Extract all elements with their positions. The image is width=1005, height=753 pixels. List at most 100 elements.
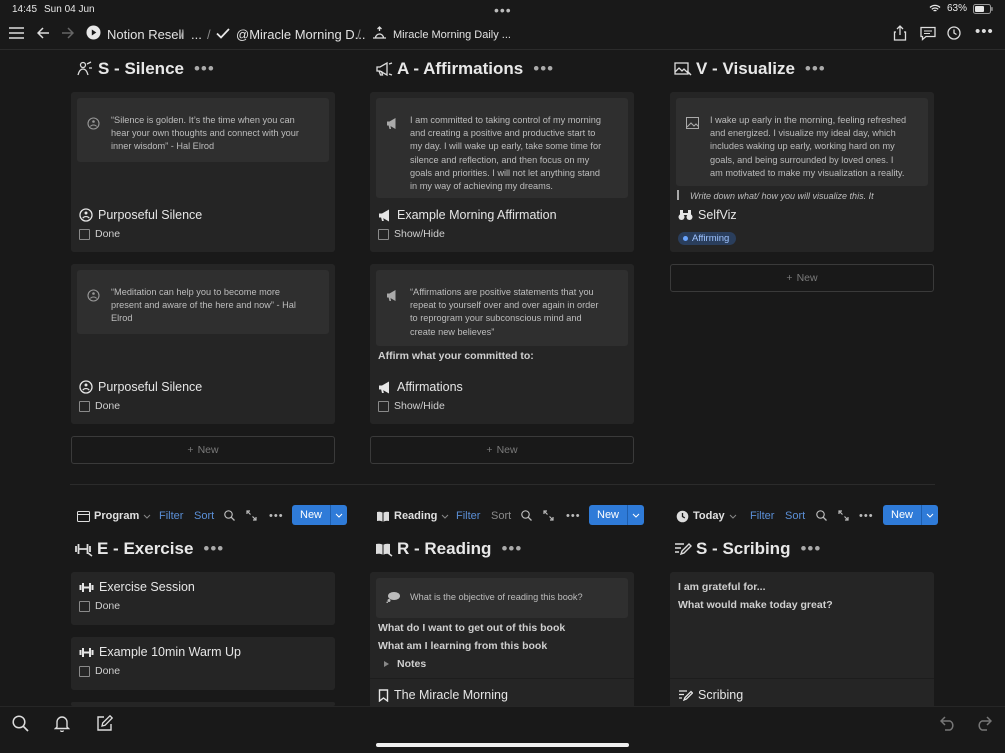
checkbox-row[interactable]: Done xyxy=(79,400,120,412)
gallery-card[interactable]: I am grateful for... What would make tod… xyxy=(670,572,934,706)
section-more-icon[interactable]: ••• xyxy=(533,59,554,79)
breadcrumb-item[interactable]: ... xyxy=(191,27,202,42)
status-right: 63% xyxy=(929,3,993,14)
search-icon[interactable] xyxy=(12,715,29,732)
gallery-card[interactable]: Example 10min Warm Up Done xyxy=(71,637,335,690)
new-entry-button[interactable]: New xyxy=(883,505,939,525)
view-switcher[interactable]: Program xyxy=(77,510,151,522)
sort-button[interactable]: Sort xyxy=(194,510,214,522)
more-icon[interactable]: ••• xyxy=(859,510,874,522)
redo-icon[interactable] xyxy=(975,716,992,731)
writing-icon xyxy=(675,543,692,556)
card-title[interactable]: Scribing xyxy=(678,688,743,702)
checkbox[interactable] xyxy=(79,228,90,240)
section-title-affirmations[interactable]: A - Affirmations ••• xyxy=(375,59,554,79)
section-title-scribing[interactable]: S - Scribing ••• xyxy=(674,539,821,559)
gallery-card[interactable]: I wake up early in the morning, feeling … xyxy=(670,92,934,252)
section-more-icon[interactable]: ••• xyxy=(203,539,224,559)
search-icon[interactable] xyxy=(224,510,235,521)
gallery-card[interactable]: “Silence is golden. It’s the time when y… xyxy=(71,92,335,252)
more-icon[interactable]: ••• xyxy=(269,510,284,522)
chevron-down-icon[interactable] xyxy=(628,513,644,518)
menu-icon[interactable] xyxy=(9,27,24,39)
toggle-block[interactable]: Notes xyxy=(384,658,426,670)
section-title-text: R - Reading xyxy=(397,539,492,558)
back-arrow-icon[interactable] xyxy=(37,27,50,39)
expand-icon[interactable] xyxy=(543,510,554,521)
checkbox[interactable] xyxy=(378,400,389,412)
breadcrumb-item[interactable]: Notion Resell xyxy=(107,27,184,42)
chevron-down-icon[interactable] xyxy=(331,513,347,518)
compose-icon[interactable] xyxy=(96,715,113,732)
multitask-dots-icon[interactable]: ••• xyxy=(494,2,512,18)
card-title[interactable]: The Miracle Morning xyxy=(378,688,508,702)
new-card-button[interactable]: + New xyxy=(370,436,634,464)
new-card-button[interactable]: + New xyxy=(670,264,934,292)
search-icon[interactable] xyxy=(521,510,532,521)
new-entry-button[interactable]: New xyxy=(292,505,348,525)
checkbox[interactable] xyxy=(79,665,90,677)
checkbox[interactable] xyxy=(378,228,389,240)
checkbox-row[interactable]: Show/Hide xyxy=(378,400,445,412)
section-title-silence[interactable]: S - Silence ••• xyxy=(76,59,215,79)
new-card-label: New xyxy=(796,272,818,284)
breadcrumb-item-current[interactable]: Miracle Morning Daily ... xyxy=(393,29,511,41)
section-title-visualize[interactable]: V - Visualize ••• xyxy=(674,59,826,79)
card-title[interactable]: SelfViz xyxy=(678,208,737,222)
section-more-icon[interactable]: ••• xyxy=(501,539,522,559)
card-title[interactable]: Example Morning Affirmation xyxy=(378,208,557,222)
sort-button[interactable]: Sort xyxy=(491,510,511,522)
share-icon[interactable] xyxy=(893,25,907,41)
view-switcher[interactable]: Today xyxy=(676,510,737,523)
expand-icon[interactable] xyxy=(246,510,257,521)
section-title-reading[interactable]: R - Reading ••• xyxy=(375,539,522,559)
checkbox-row[interactable]: Done xyxy=(79,228,120,240)
sort-button[interactable]: Sort xyxy=(785,510,805,522)
filter-button[interactable]: Filter xyxy=(750,510,774,522)
new-card-button[interactable]: + New xyxy=(71,436,335,464)
gallery-card[interactable]: What is the objective of reading this bo… xyxy=(370,572,634,706)
callout-text: I wake up early in the morning, feeling … xyxy=(710,115,907,178)
gallery-card[interactable]: “Meditation can help you to become more … xyxy=(71,264,335,424)
card-title[interactable]: Affirmations xyxy=(378,380,463,394)
checkbox-row[interactable]: Done xyxy=(79,665,120,677)
meditation-icon xyxy=(79,380,93,394)
chevron-down-icon[interactable] xyxy=(922,513,938,518)
view-switcher[interactable]: Reading xyxy=(376,510,449,522)
card-title[interactable]: Purposeful Silence xyxy=(79,208,202,222)
home-indicator[interactable] xyxy=(376,743,629,747)
card-title-text: Exercise Session xyxy=(99,580,195,594)
filter-button[interactable]: Filter xyxy=(159,510,183,522)
checkbox-row[interactable]: Show/Hide xyxy=(378,228,445,240)
more-options-icon[interactable]: ••• xyxy=(975,23,994,40)
sunrise-icon xyxy=(373,26,386,39)
section-more-icon[interactable]: ••• xyxy=(800,539,821,559)
bell-icon[interactable] xyxy=(54,715,70,732)
section-more-icon[interactable]: ••• xyxy=(194,59,215,79)
checkbox-row[interactable]: Done xyxy=(79,600,120,612)
new-entry-button[interactable]: New xyxy=(589,505,645,525)
new-entry-label: New xyxy=(292,505,332,525)
history-clock-icon[interactable] xyxy=(947,26,961,40)
callout-block: I wake up early in the morning, feeling … xyxy=(676,98,928,186)
filter-button[interactable]: Filter xyxy=(456,510,480,522)
callout-text: “Silence is golden. It’s the time when y… xyxy=(111,115,299,152)
card-title[interactable]: Example 10min Warm Up xyxy=(79,645,241,659)
undo-icon[interactable] xyxy=(940,716,957,731)
gallery-card[interactable]: “Affirmations are positive statements th… xyxy=(370,264,634,424)
card-title[interactable]: Exercise Session xyxy=(79,580,195,594)
checkbox[interactable] xyxy=(79,400,90,412)
more-icon[interactable]: ••• xyxy=(566,510,581,522)
card-title[interactable]: Purposeful Silence xyxy=(79,380,202,394)
breadcrumb-item[interactable]: @Miracle Morning D... xyxy=(236,27,366,42)
comments-icon[interactable] xyxy=(920,26,936,41)
expand-icon[interactable] xyxy=(838,510,849,521)
forward-arrow-icon[interactable] xyxy=(61,27,74,39)
gallery-card[interactable]: I am committed to taking control of my m… xyxy=(370,92,634,252)
checkbox[interactable] xyxy=(79,600,90,612)
section-more-icon[interactable]: ••• xyxy=(805,59,826,79)
search-icon[interactable] xyxy=(816,510,827,521)
gallery-card[interactable]: Exercise Session Done xyxy=(71,572,335,625)
section-title-exercise[interactable]: E - Exercise ••• xyxy=(75,539,224,559)
triangle-right-icon[interactable] xyxy=(384,661,389,667)
